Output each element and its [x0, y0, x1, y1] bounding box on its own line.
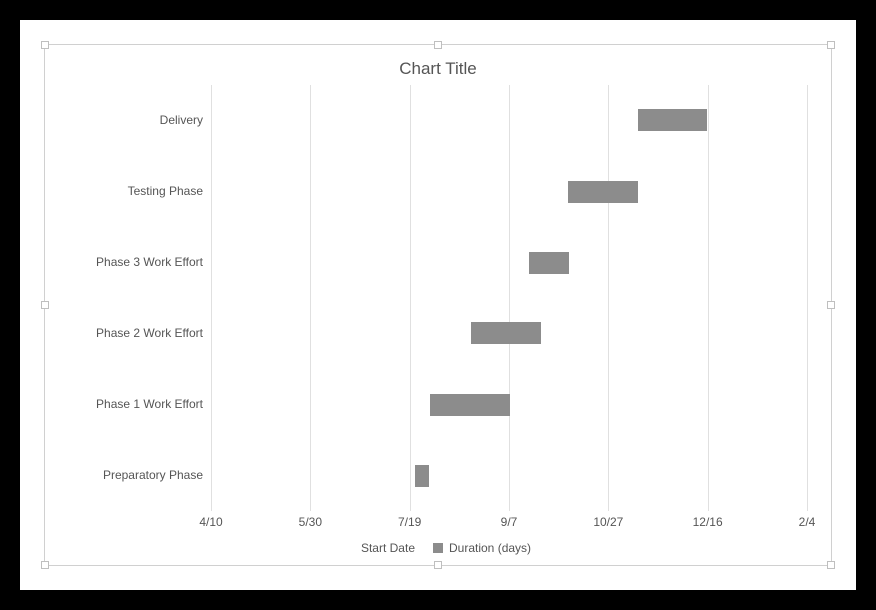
- legend-item-duration: Duration (days): [433, 541, 531, 555]
- legend[interactable]: Start Date Duration (days): [69, 541, 807, 555]
- bars-layer: [211, 85, 807, 511]
- x-axis: 4/105/307/199/710/2712/162/4: [211, 511, 807, 535]
- resize-handle-mr[interactable]: [827, 301, 835, 309]
- chart-canvas: Chart Title Delivery Testing Phase Phase…: [20, 20, 856, 590]
- bar-phase-2-work-effort[interactable]: [471, 322, 541, 344]
- legend-swatch: [433, 543, 443, 553]
- y-tick-label: Preparatory Phase: [69, 468, 203, 482]
- x-tick-label: 4/10: [199, 515, 222, 529]
- y-tick-label: Phase 2 Work Effort: [69, 326, 203, 340]
- y-tick-label: Phase 1 Work Effort: [69, 397, 203, 411]
- legend-label: Duration (days): [449, 541, 531, 555]
- plot-wrap: Delivery Testing Phase Phase 3 Work Effo…: [69, 85, 807, 555]
- resize-handle-br[interactable]: [827, 561, 835, 569]
- resize-handle-tl[interactable]: [41, 41, 49, 49]
- y-tick-label: Testing Phase: [69, 184, 203, 198]
- x-tick-label: 2/4: [799, 515, 816, 529]
- x-tick-label: 10/27: [593, 515, 623, 529]
- y-tick-label: Delivery: [69, 113, 203, 127]
- y-tick-label: Phase 3 Work Effort: [69, 255, 203, 269]
- chart-frame[interactable]: Chart Title Delivery Testing Phase Phase…: [44, 44, 832, 566]
- resize-handle-tm[interactable]: [434, 41, 442, 49]
- legend-label: Start Date: [361, 541, 415, 555]
- y-axis: Delivery Testing Phase Phase 3 Work Effo…: [69, 85, 211, 511]
- x-tick-label: 12/16: [693, 515, 723, 529]
- plot-area[interactable]: [211, 85, 807, 511]
- x-tick-label: 5/30: [299, 515, 322, 529]
- plot-body: Delivery Testing Phase Phase 3 Work Effo…: [69, 85, 807, 511]
- x-tick-label: 9/7: [501, 515, 518, 529]
- bar-phase-3-work-effort[interactable]: [529, 252, 569, 274]
- bar-testing-phase[interactable]: [568, 181, 638, 203]
- bar-delivery[interactable]: [638, 109, 708, 131]
- legend-item-start-date: Start Date: [345, 541, 415, 555]
- resize-handle-tr[interactable]: [827, 41, 835, 49]
- gridline: [807, 85, 808, 511]
- resize-handle-ml[interactable]: [41, 301, 49, 309]
- bar-phase-1-work-effort[interactable]: [430, 394, 510, 416]
- legend-swatch-invisible: [345, 543, 355, 553]
- resize-handle-bm[interactable]: [434, 561, 442, 569]
- chart-title[interactable]: Chart Title: [69, 59, 807, 79]
- x-tick-label: 7/19: [398, 515, 421, 529]
- resize-handle-bl[interactable]: [41, 561, 49, 569]
- bar-preparatory-phase[interactable]: [415, 465, 429, 487]
